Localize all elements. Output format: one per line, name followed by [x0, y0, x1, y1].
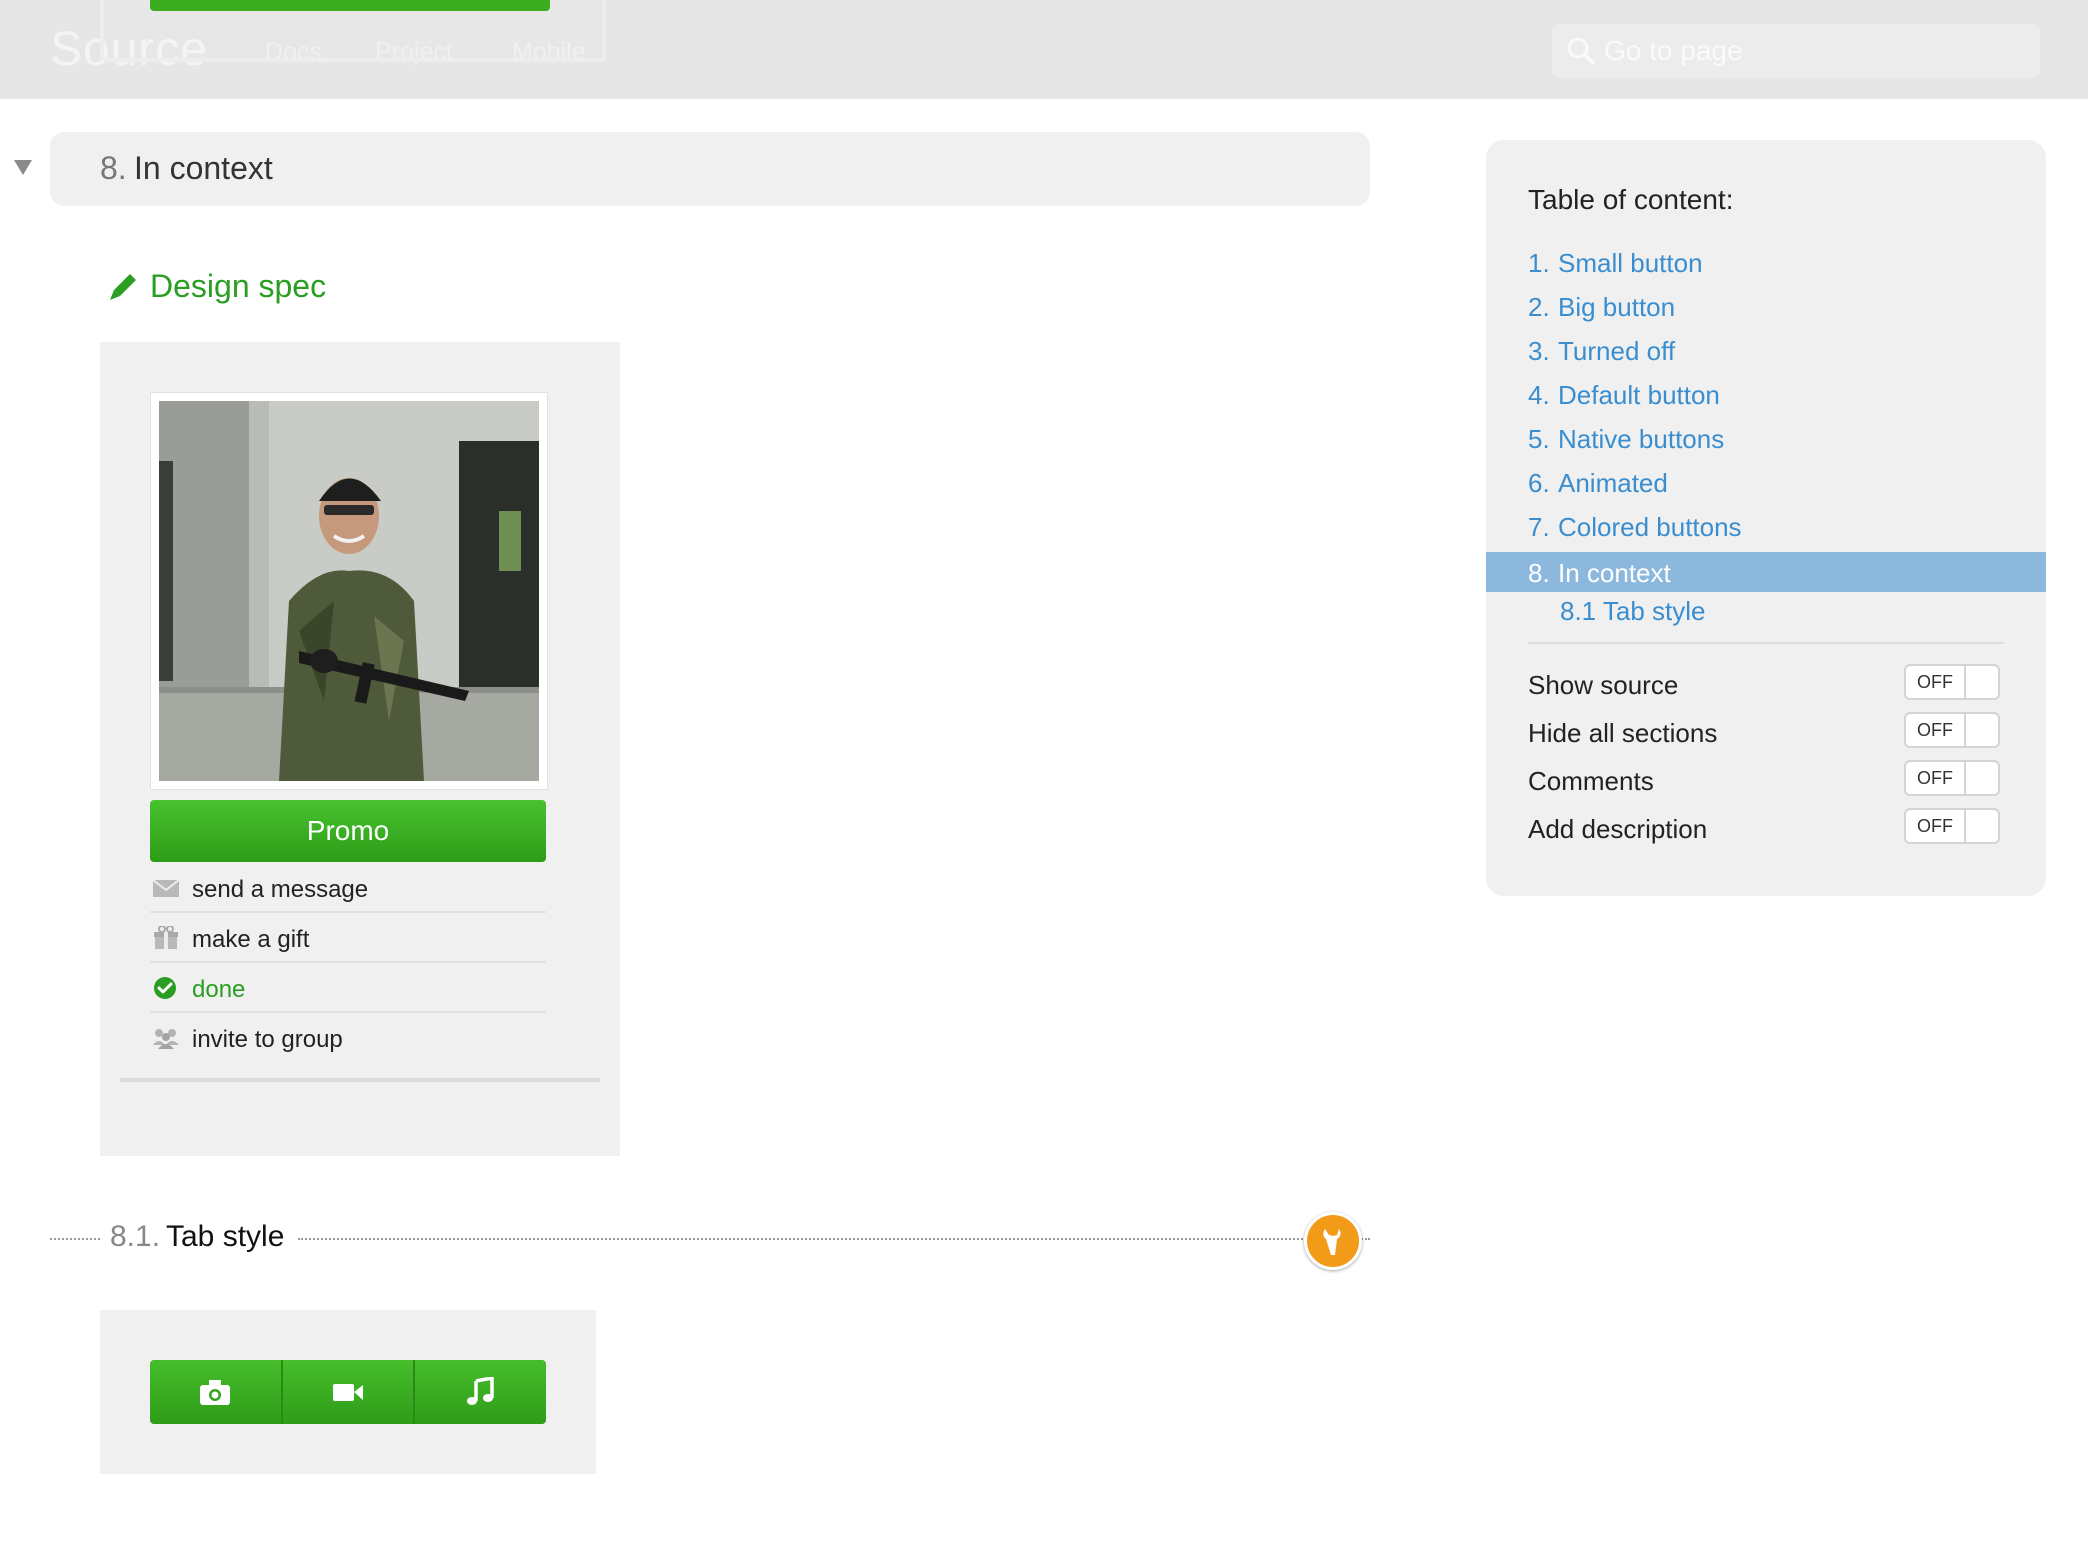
edit-badge-button[interactable] — [1304, 1212, 1362, 1270]
action-label: make a gift — [192, 926, 310, 953]
toc-item-label: In context — [1558, 558, 1671, 588]
toc-item-native-buttons[interactable]: 5. Native buttons — [1486, 418, 2046, 458]
subsection-title: Tab style — [166, 1220, 285, 1253]
action-label: done — [192, 976, 246, 1003]
wrench-icon — [1323, 1229, 1341, 1255]
toc-item-label: Native buttons — [1558, 424, 1725, 454]
panel-divider — [120, 1078, 600, 1082]
toc-item-label: Colored buttons — [1558, 512, 1742, 542]
toggle-state: OFF — [1906, 714, 1966, 746]
gift-icon — [154, 926, 178, 949]
action-label: send a message — [192, 876, 369, 903]
toc-item-label: Turned off — [1558, 336, 1676, 366]
toc-subitem-tab-style[interactable]: 8.1 Tab style — [1560, 596, 1706, 627]
toc-item-big-button[interactable]: 2. Big button — [1486, 286, 2046, 326]
toc-item-turned-off[interactable]: 3. Turned off — [1486, 330, 2046, 370]
top-header: Source Docs Project Mobile — [0, 0, 2088, 99]
video-icon — [333, 1384, 363, 1401]
toc-item-label: Default button — [1558, 380, 1720, 410]
sidebar-divider — [1528, 642, 2004, 644]
toc-item-animated[interactable]: 6. Animated — [1486, 462, 2046, 502]
toc-item-number: 6. — [1528, 468, 1550, 498]
pencil-icon — [110, 274, 136, 300]
section-header: 8. In context — [50, 132, 1370, 206]
action-label: invite to group — [192, 1026, 343, 1053]
option-show-source-label: Show source — [1528, 670, 1679, 700]
toc-item-small-button[interactable]: 1. Small button — [1486, 242, 2046, 282]
envelope-icon — [152, 879, 180, 897]
toc-item-number: 8. — [1528, 558, 1550, 588]
toc-item-label: Animated — [1558, 468, 1668, 498]
dotted-divider — [298, 1238, 1370, 1240]
toggle-state: OFF — [1906, 666, 1966, 698]
toggle-comments[interactable]: OFF — [1904, 760, 2000, 796]
toc-item-number: 1. — [1528, 248, 1550, 278]
toc-title: Table of content: — [1528, 184, 1734, 215]
tab-video[interactable] — [282, 1360, 416, 1424]
search-box[interactable] — [1552, 24, 2040, 78]
subsection-number: 8.1. — [110, 1220, 161, 1253]
tab-camera[interactable] — [150, 1360, 283, 1424]
search-input[interactable] — [1604, 32, 2024, 70]
check-circle-icon — [154, 977, 176, 999]
promo-button[interactable]: Promo — [150, 800, 546, 862]
design-spec-label: Design spec — [150, 268, 327, 304]
toc-item-number: 7. — [1528, 512, 1550, 542]
group-icon — [153, 1029, 179, 1049]
section-title: In context — [134, 150, 273, 186]
example-panel: Promo send a message make a gift done in… — [100, 342, 620, 1156]
tab-style-panel — [100, 1310, 596, 1474]
camera-icon — [200, 1380, 231, 1405]
profile-actions: send a message make a gift done invite t… — [150, 864, 546, 1062]
collapse-arrow-icon[interactable] — [14, 160, 32, 175]
toc-item-label: Big button — [1558, 292, 1676, 322]
toggle-add-description[interactable]: OFF — [1904, 808, 2000, 844]
action-done[interactable]: done — [150, 964, 546, 1013]
action-invite-group[interactable]: invite to group — [150, 1014, 546, 1061]
toc-item-colored-buttons[interactable]: 7. Colored buttons — [1486, 506, 2046, 546]
action-make-gift[interactable]: make a gift — [150, 914, 546, 963]
toggle-state: OFF — [1906, 762, 1966, 794]
toc-item-number: 3. — [1528, 336, 1550, 366]
dotted-divider — [50, 1238, 100, 1240]
subsection-header: 8.1. Tab style — [50, 1212, 1370, 1270]
option-comments-label: Comments — [1528, 766, 1654, 796]
tab-music[interactable] — [415, 1360, 547, 1424]
toc-item-default-button[interactable]: 4. Default button — [1486, 374, 2046, 414]
toggle-show-source[interactable]: OFF — [1904, 664, 2000, 700]
toc-item-in-context[interactable]: 8. In context — [1486, 552, 2046, 592]
sidebar-toc: Table of content: 1. Small button 2. Big… — [1486, 140, 2046, 896]
toc-item-number: 4. — [1528, 380, 1550, 410]
action-send-message[interactable]: send a message — [150, 864, 546, 913]
portrait-photo — [159, 401, 539, 781]
toggle-state: OFF — [1906, 810, 1966, 842]
search-icon — [1567, 37, 1595, 65]
toc-item-number: 2. — [1528, 292, 1550, 322]
media-tabs — [150, 1360, 547, 1424]
profile-photo-frame[interactable] — [150, 392, 548, 790]
toc-item-number: 5. — [1528, 424, 1550, 454]
toggle-hide-sections[interactable]: OFF — [1904, 712, 2000, 748]
section-number: 8. — [100, 150, 127, 186]
toc-item-label: Small button — [1558, 248, 1703, 278]
overlay-green-bar — [150, 0, 550, 11]
option-hide-sections-label: Hide all sections — [1528, 718, 1718, 748]
music-icon — [466, 1377, 494, 1405]
option-add-description-label: Add description — [1528, 814, 1708, 844]
